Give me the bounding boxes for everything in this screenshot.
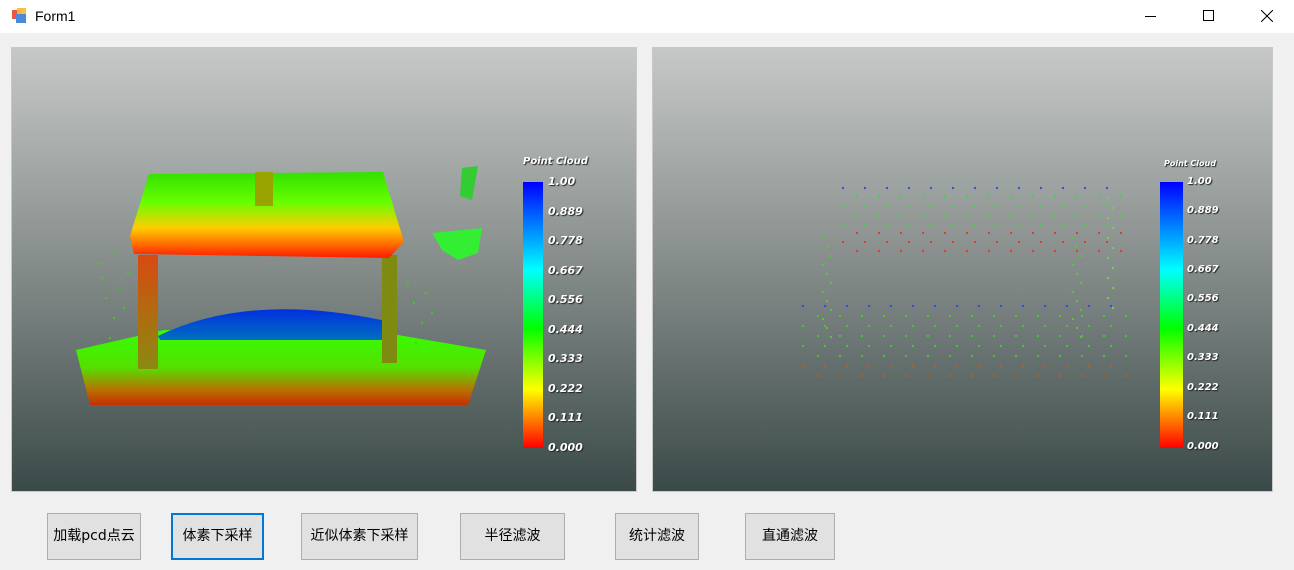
maximize-button[interactable] (1180, 0, 1238, 33)
voxel-downsample-button[interactable]: 体素下采样 (171, 513, 264, 560)
point-cloud-viewer-filtered[interactable]: Point Cloud 1.00 0.889 0.778 0.667 0.556… (652, 47, 1273, 492)
legend-tick: 0.667 (548, 264, 583, 277)
legend-tick: 0.667 (1187, 264, 1219, 275)
legend-tick: 0.444 (1187, 323, 1219, 334)
maximize-icon (1203, 10, 1214, 21)
minimize-button[interactable] (1122, 0, 1180, 33)
legend-tick: 0.889 (1187, 205, 1219, 216)
legend-tick: 0.111 (548, 411, 583, 424)
legend-tick: 0.778 (548, 234, 583, 247)
legend-tick: 0.556 (1187, 293, 1219, 304)
legend-tick: 0.000 (1187, 441, 1219, 452)
legend-tick: 0.333 (1187, 352, 1219, 363)
legend-tick: 0.111 (1187, 411, 1219, 422)
load-pcd-button[interactable]: 加载pcd点云 (47, 513, 141, 560)
window-title: Form1 (35, 8, 76, 24)
statistical-filter-button[interactable]: 统计滤波 (615, 513, 699, 560)
legend-tick: 0.000 (548, 441, 583, 454)
approx-voxel-downsample-button[interactable]: 近似体素下采样 (301, 513, 418, 560)
legend-tick: 1.00 (1187, 176, 1212, 187)
legend-tick: 0.333 (548, 352, 583, 365)
legend-tick: 0.222 (1187, 382, 1219, 393)
legend-title: Point Cloud (1164, 159, 1216, 168)
legend-tick: 0.889 (548, 205, 583, 218)
legend-tick: 0.222 (548, 382, 583, 395)
app-icon (11, 7, 28, 24)
close-button[interactable] (1238, 0, 1294, 33)
colormap-bar (1160, 182, 1183, 448)
title-bar: Form1 (0, 0, 1294, 33)
close-icon (1261, 10, 1273, 22)
minimize-icon (1145, 16, 1156, 17)
passthrough-filter-button[interactable]: 直通滤波 (745, 513, 835, 560)
legend-tick: 0.556 (548, 293, 583, 306)
legend-title: Point Cloud (523, 156, 588, 167)
point-cloud-viewer-original[interactable]: Point Cloud 1.00 0.889 0.778 0.667 0.556… (11, 47, 637, 492)
legend-tick: 0.444 (548, 323, 583, 336)
legend-tick: 0.778 (1187, 235, 1219, 246)
legend-tick: 1.00 (548, 175, 576, 188)
colormap-bar (523, 182, 543, 448)
radius-filter-button[interactable]: 半径滤波 (460, 513, 565, 560)
point-cloud-render (76, 166, 486, 405)
